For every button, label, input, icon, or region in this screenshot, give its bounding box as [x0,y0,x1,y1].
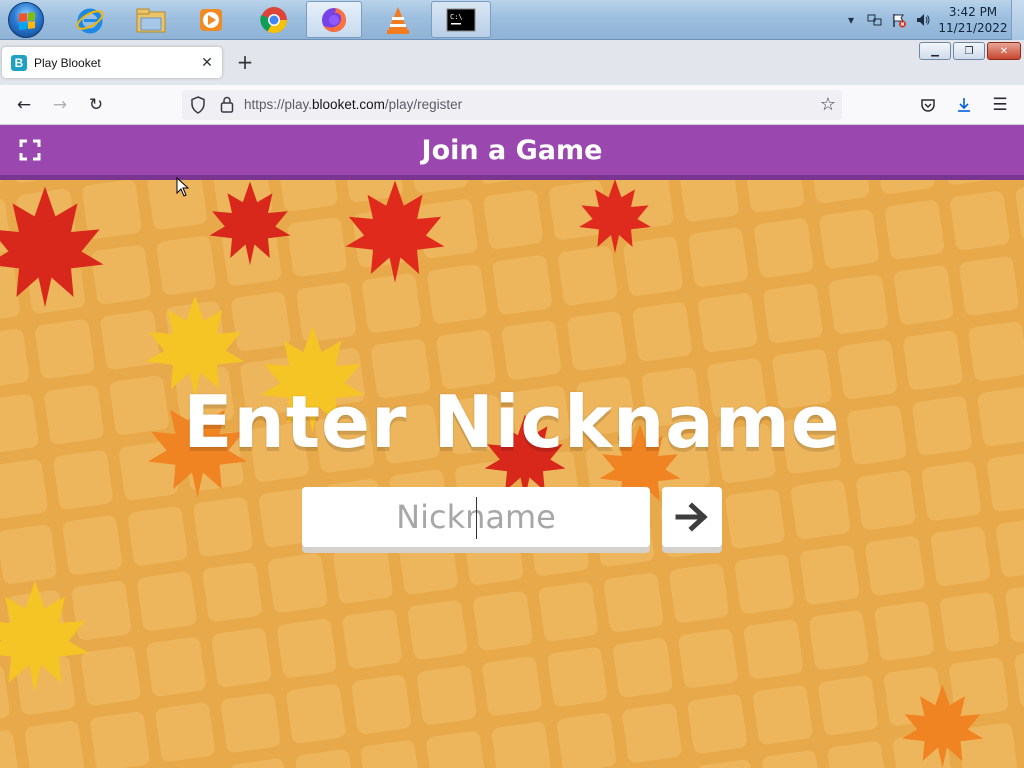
firefox-icon[interactable] [306,1,362,38]
volume-icon[interactable] [914,11,932,29]
taskbar-clock[interactable]: 3:42 PM 11/21/2022 [935,4,1011,36]
action-center-flag-icon[interactable] [890,11,908,29]
clock-time: 3:42 PM [948,5,998,19]
bookmark-star-icon[interactable]: ☆ [820,94,836,115]
hamburger-menu-icon[interactable]: ☰ [988,93,1012,117]
reload-icon[interactable]: ↻ [84,93,108,117]
window-controls: ▁ ❐ ✕ [919,42,1021,60]
text-caret [476,497,477,539]
vlc-icon[interactable] [370,1,426,38]
arrow-right-icon [675,502,708,532]
join-submit-button[interactable] [662,487,722,547]
url-host: blooket.com [312,97,385,112]
network-icon[interactable] [866,11,884,29]
enter-nickname-heading: Enter Nickname [183,380,841,464]
maple-leaf-decoration [209,181,291,266]
maple-leaf-decoration [0,581,89,693]
page-title: Join a Game [421,135,603,166]
cmd-icon[interactable]: C:\ [431,1,491,38]
url-path: /play/register [384,97,463,112]
chrome-icon[interactable] [246,1,302,38]
blooket-page: Join a Game Enter Nickname [0,125,1024,768]
restore-button[interactable]: ❐ [953,42,985,60]
lock-icon[interactable] [220,96,234,113]
new-tab-button[interactable]: + [234,51,256,73]
file-explorer-icon[interactable] [123,1,179,38]
address-bar[interactable]: https://play.blooket.com/play/register ☆ [182,90,842,120]
url-prefix: https://play. [244,97,313,112]
mouse-pointer-icon [176,177,190,197]
media-player-icon[interactable] [183,1,239,38]
maple-leaf-decoration [902,684,983,768]
maple-leaf-decoration [345,180,445,283]
minimize-button[interactable]: ▁ [919,42,951,60]
maple-leaf-decoration [0,186,104,308]
downloads-icon[interactable] [952,93,976,117]
maple-leaf-decoration [579,179,651,254]
tab-title: Play Blooket [34,55,101,70]
tab-play-blooket[interactable]: B Play Blooket ✕ [2,47,222,78]
page-header: Join a Game [0,125,1024,180]
back-arrow-icon[interactable]: ← [12,93,36,117]
windows-logo-icon [19,12,35,30]
internet-explorer-icon[interactable] [62,1,118,38]
show-hidden-icons-icon[interactable]: ▾ [842,11,860,29]
blooket-favicon-icon: B [11,54,27,71]
svg-text:C:\: C:\ [450,13,463,21]
show-desktop-button[interactable] [1011,0,1024,40]
start-button[interactable] [8,2,44,38]
close-tab-icon[interactable]: ✕ [198,55,216,71]
pocket-icon[interactable] [916,93,940,117]
taskbar: C:\ ▾ 3:42 PM 11/21/2022 [0,0,1024,40]
forward-arrow-icon[interactable]: → [48,93,72,117]
url-text: https://play.blooket.com/play/register [244,97,462,112]
tracking-protection-shield-icon[interactable] [190,96,206,114]
navigation-toolbar: ← → ↻ https://play.blooket.com/play/regi… [0,85,1024,125]
system-tray: ▾ 3:42 PM 11/21/2022 [839,0,1024,40]
close-window-button[interactable]: ✕ [987,42,1021,60]
fullscreen-icon[interactable] [19,139,41,161]
clock-date: 11/21/2022 [938,21,1008,35]
